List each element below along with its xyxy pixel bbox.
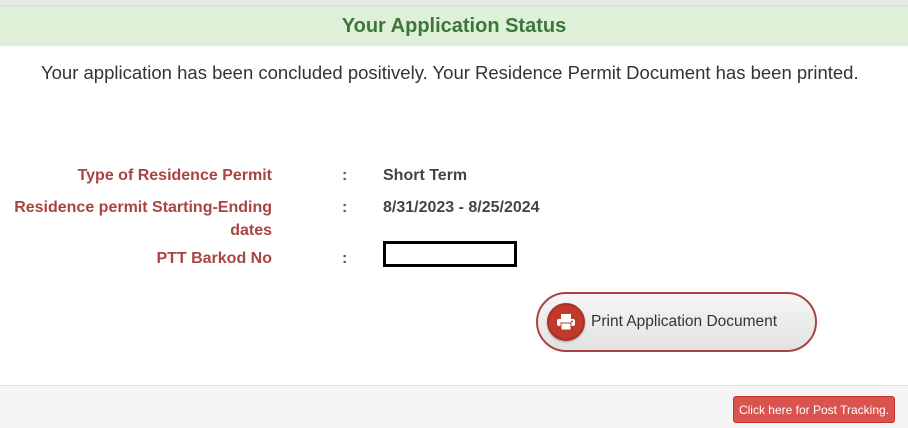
permit-dates-value: 8/31/2023 - 8/25/2024 xyxy=(383,199,540,216)
permit-type-label: Type of Residence Permit xyxy=(77,167,272,184)
separator: : xyxy=(342,250,348,267)
footer-bar: Click here for Post Tracking. xyxy=(0,385,908,428)
status-header: Your Application Status xyxy=(0,6,908,46)
print-button-label: Print Application Document xyxy=(591,313,778,330)
permit-dates-label-line2: dates xyxy=(230,222,272,239)
ptt-barcode-label: PTT Barkod No xyxy=(156,250,272,267)
post-tracking-button[interactable]: Click here for Post Tracking. xyxy=(733,396,895,423)
page-title: Your Application Status xyxy=(341,14,567,37)
separator: : xyxy=(342,167,348,184)
permit-type-value: Short Term xyxy=(383,167,468,184)
permit-dates-label: Residence permit Starting-Ending dates xyxy=(0,196,272,242)
status-message: Your application has been concluded posi… xyxy=(41,62,859,83)
ptt-barcode-redacted-value xyxy=(383,241,517,267)
permit-dates-label-line1: Residence permit Starting-Ending xyxy=(14,199,272,216)
separator: : xyxy=(342,199,348,216)
printer-icon xyxy=(547,303,585,341)
print-application-document-button[interactable]: Print Application Document xyxy=(536,292,817,352)
